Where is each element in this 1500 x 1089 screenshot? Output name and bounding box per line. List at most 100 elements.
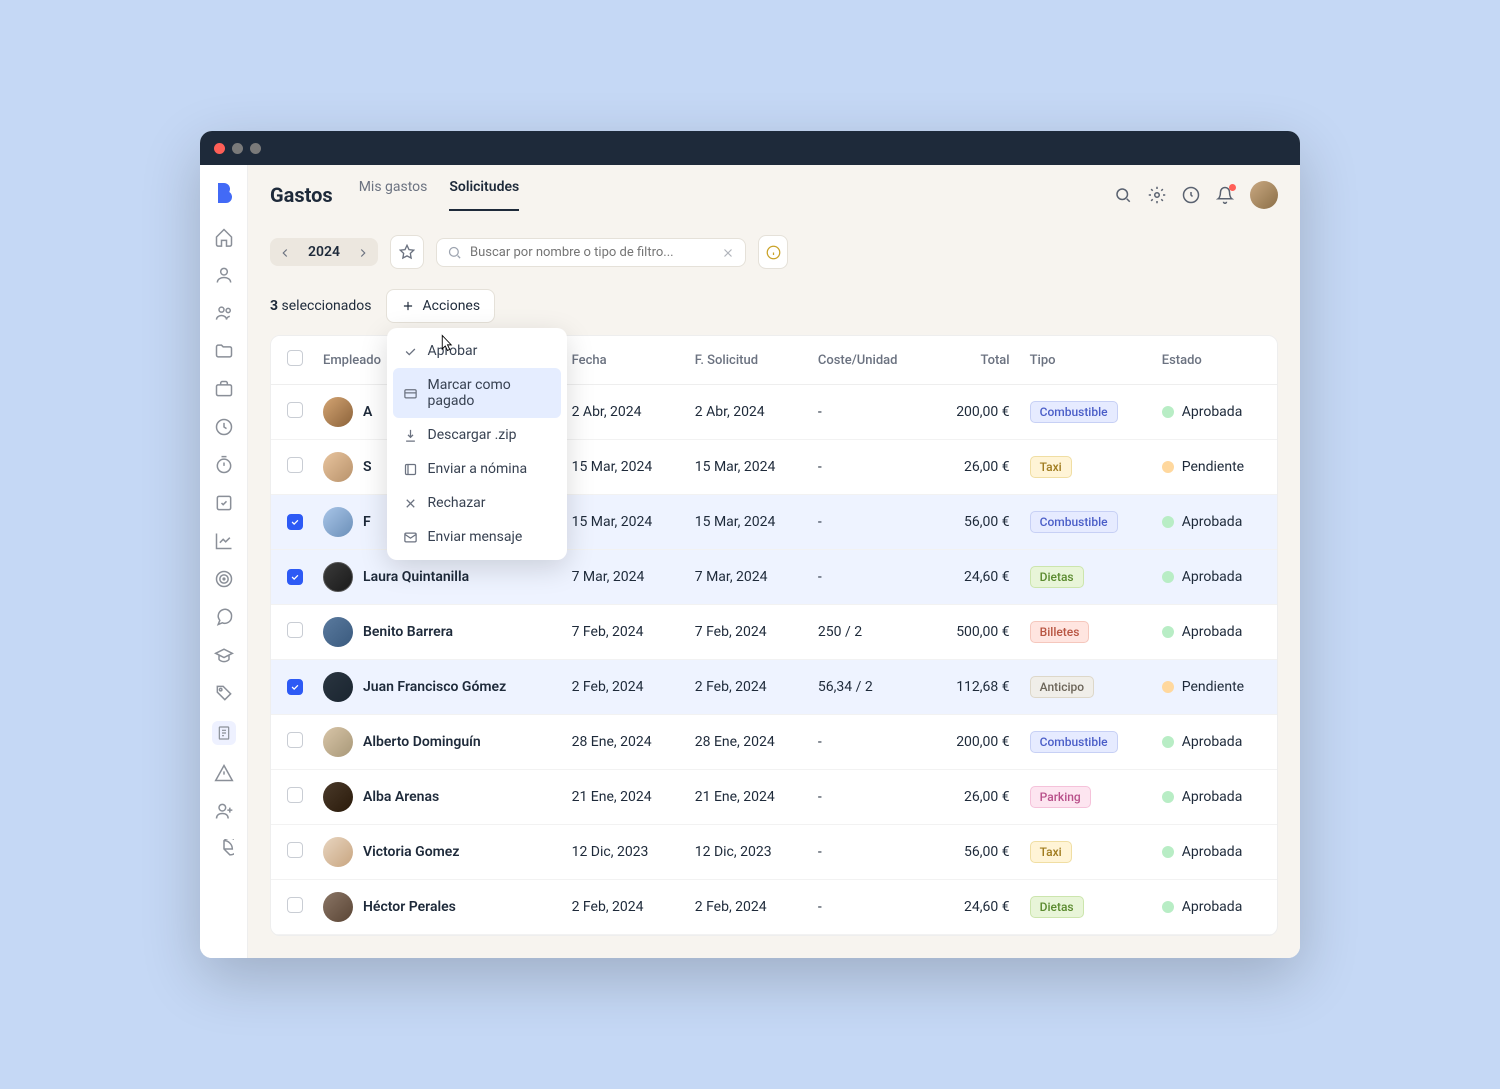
menu-rechazar[interactable]: Rechazar: [393, 486, 561, 520]
fecha-cell: 7 Mar, 2024: [562, 550, 685, 605]
briefcase-icon[interactable]: [214, 379, 234, 399]
target-icon[interactable]: [214, 569, 234, 589]
settings-icon[interactable]: [1148, 186, 1166, 204]
next-year[interactable]: [356, 245, 370, 259]
table-row[interactable]: Juan Francisco Gómez2 Feb, 20242 Feb, 20…: [271, 660, 1277, 715]
search-input[interactable]: [470, 245, 713, 260]
employee-avatar: [323, 562, 353, 592]
warning-icon[interactable]: [214, 763, 234, 783]
status-dot: [1162, 791, 1174, 803]
prev-year[interactable]: [278, 245, 292, 259]
clear-search[interactable]: [721, 245, 735, 259]
tab-mis-gastos[interactable]: Mis gastos: [359, 179, 428, 211]
table-row[interactable]: Alberto Dominguín28 Ene, 202428 Ene, 202…: [271, 715, 1277, 770]
close-dot[interactable]: [214, 143, 225, 154]
favorite-button[interactable]: [390, 235, 424, 269]
notifications-icon[interactable]: [1216, 186, 1234, 204]
home-icon[interactable]: [214, 227, 234, 247]
check-square-icon[interactable]: [214, 493, 234, 513]
col-estado[interactable]: Estado: [1152, 336, 1277, 385]
search-icon: [447, 245, 462, 260]
plus-icon: [401, 299, 415, 313]
help-icon[interactable]: [1182, 186, 1200, 204]
menu-descargar-zip[interactable]: Descargar .zip: [393, 418, 561, 452]
total-cell: 112,68 €: [930, 660, 1020, 715]
table-row[interactable]: Victoria Gomez12 Dic, 202312 Dic, 2023-5…: [271, 825, 1277, 880]
pie-icon[interactable]: [214, 839, 234, 859]
actions-button[interactable]: Acciones AprobarMarcar como pagadoDescar…: [386, 289, 496, 323]
table-row[interactable]: Alba Arenas21 Ene, 202421 Ene, 2024-26,0…: [271, 770, 1277, 825]
download-icon: [403, 428, 418, 443]
menu-enviar-a-n-mina[interactable]: Enviar a nómina: [393, 452, 561, 486]
row-checkbox[interactable]: [287, 897, 303, 913]
row-checkbox[interactable]: [287, 787, 303, 803]
total-cell: 56,00 €: [930, 825, 1020, 880]
status-cell: Aprobada: [1162, 899, 1267, 915]
select-all-checkbox[interactable]: [287, 350, 303, 366]
user-avatar[interactable]: [1250, 181, 1278, 209]
status-dot: [1162, 406, 1174, 418]
col-total[interactable]: Total: [930, 336, 1020, 385]
chart-icon[interactable]: [214, 531, 234, 551]
menu-enviar-mensaje[interactable]: Enviar mensaje: [393, 520, 561, 554]
status-cell: Aprobada: [1162, 569, 1267, 585]
coste-cell: -: [808, 825, 930, 880]
info-button[interactable]: [758, 235, 788, 269]
employee-avatar: [323, 892, 353, 922]
chat-icon[interactable]: [214, 607, 234, 627]
receipt-icon[interactable]: [212, 721, 236, 745]
type-badge: Taxi: [1030, 841, 1072, 863]
selection-count: 3 seleccionados: [270, 298, 372, 314]
fecha-cell: 15 Mar, 2024: [562, 495, 685, 550]
employee-name: Laura Quintanilla: [363, 569, 469, 585]
menu-aprobar[interactable]: Aprobar: [393, 334, 561, 368]
search-icon[interactable]: [1114, 186, 1132, 204]
tag-icon[interactable]: [214, 683, 234, 703]
fsolicitud-cell: 12 Dic, 2023: [685, 825, 808, 880]
coste-cell: -: [808, 550, 930, 605]
row-checkbox[interactable]: [287, 842, 303, 858]
status-cell: Pendiente: [1162, 679, 1267, 695]
table-row[interactable]: Héctor Perales2 Feb, 20242 Feb, 2024-24,…: [271, 880, 1277, 935]
row-checkbox[interactable]: [287, 514, 303, 530]
total-cell: 26,00 €: [930, 440, 1020, 495]
row-checkbox[interactable]: [287, 569, 303, 585]
timer-icon[interactable]: [214, 455, 234, 475]
user-icon[interactable]: [214, 265, 234, 285]
row-checkbox[interactable]: [287, 732, 303, 748]
table-row[interactable]: Benito Barrera7 Feb, 20247 Feb, 2024250 …: [271, 605, 1277, 660]
coste-cell: 250 / 2: [808, 605, 930, 660]
row-checkbox[interactable]: [287, 679, 303, 695]
search-field[interactable]: [436, 238, 746, 267]
status-dot: [1162, 846, 1174, 858]
col-fecha[interactable]: Fecha: [562, 336, 685, 385]
row-checkbox[interactable]: [287, 622, 303, 638]
type-badge: Combustible: [1030, 401, 1118, 423]
clock-icon[interactable]: [214, 417, 234, 437]
user-plus-icon[interactable]: [214, 801, 234, 821]
row-checkbox[interactable]: [287, 457, 303, 473]
card-icon: [403, 386, 418, 401]
fsolicitud-cell: 15 Mar, 2024: [685, 495, 808, 550]
status-dot: [1162, 571, 1174, 583]
year-value: 2024: [302, 244, 346, 260]
maximize-dot[interactable]: [250, 143, 261, 154]
fsolicitud-cell: 2 Abr, 2024: [685, 385, 808, 440]
col-fsolicitud[interactable]: F. Solicitud: [685, 336, 808, 385]
mail-icon: [403, 530, 418, 545]
type-badge: Combustible: [1030, 511, 1118, 533]
fecha-cell: 2 Feb, 2024: [562, 880, 685, 935]
mortarboard-icon[interactable]: [214, 645, 234, 665]
employee-avatar: [323, 397, 353, 427]
tab-solicitudes[interactable]: Solicitudes: [449, 179, 519, 211]
tabs: Mis gastos Solicitudes: [359, 179, 520, 211]
users-icon[interactable]: [214, 303, 234, 323]
folder-icon[interactable]: [214, 341, 234, 361]
fecha-cell: 15 Mar, 2024: [562, 440, 685, 495]
minimize-dot[interactable]: [232, 143, 243, 154]
col-coste[interactable]: Coste/Unidad: [808, 336, 930, 385]
row-checkbox[interactable]: [287, 402, 303, 418]
col-tipo[interactable]: Tipo: [1020, 336, 1152, 385]
menu-marcar-como-pagado[interactable]: Marcar como pagado: [393, 368, 561, 418]
status-dot: [1162, 461, 1174, 473]
